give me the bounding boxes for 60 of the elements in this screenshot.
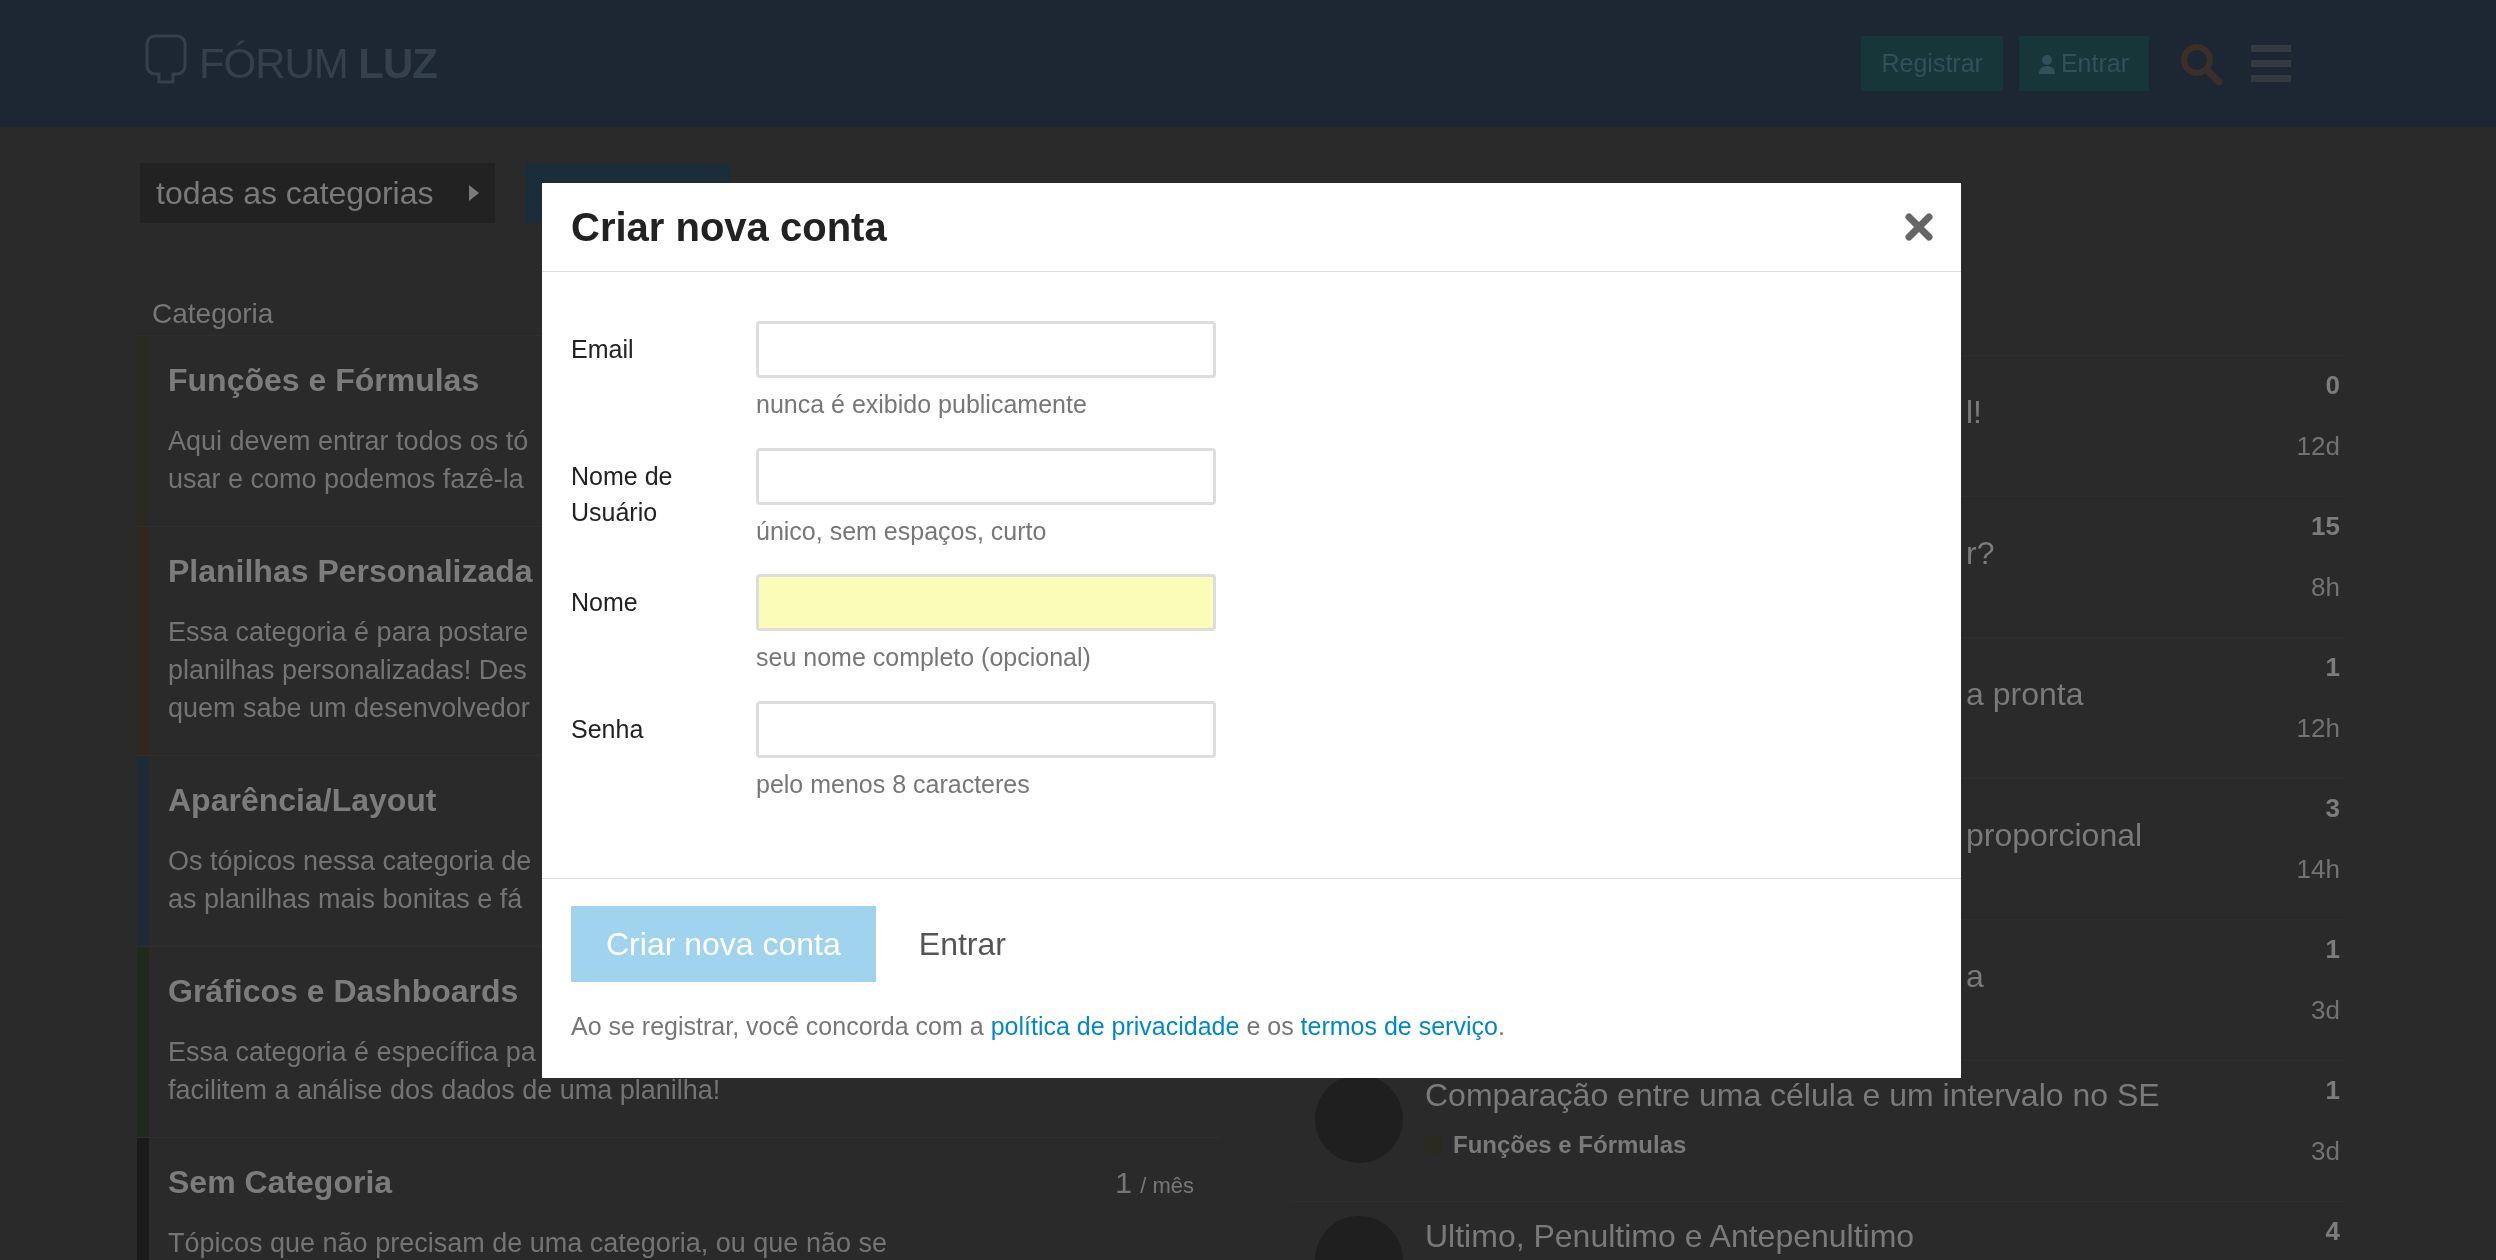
- reply-count: 1: [2325, 651, 2340, 684]
- menu-icon[interactable]: [2251, 42, 2291, 85]
- category-link[interactable]: Planilhas Personalizada: [168, 547, 533, 595]
- category-link[interactable]: Aparência/Layout: [168, 776, 437, 824]
- terms-of-service-link[interactable]: termos de serviço: [1300, 1012, 1498, 1040]
- category-description: facilitem a análise dos dados de uma planilha!: [168, 1074, 721, 1107]
- activity-age: 12h: [2296, 712, 2340, 745]
- activity-age: 12d: [2296, 430, 2340, 463]
- reply-count: 0: [2325, 369, 2340, 402]
- category-description: Essa categoria é para postare: [168, 616, 529, 649]
- topic-title-link[interactable]: l!: [1966, 388, 1982, 436]
- field-label: Nome de Usuário: [571, 460, 674, 528]
- field-hint: seu nome completo (opcional): [756, 642, 1092, 673]
- category-dropdown[interactable]: todas as categorias: [140, 163, 495, 223]
- category-description: planilhas personalizadas! Des: [168, 654, 527, 687]
- field-hint: único, sem espaços, curto: [756, 515, 1048, 547]
- topic-title-link[interactable]: r?: [1966, 529, 1995, 577]
- text-input-field[interactable]: [756, 574, 1216, 631]
- activity-age: 3d: [2311, 994, 2340, 1027]
- category-description: Tópicos que não precisam de uma categoria, ou que não se: [168, 1227, 887, 1260]
- text-input-field[interactable]: [756, 447, 1216, 505]
- category-description: as planilhas mais bonitas e fá: [168, 883, 523, 916]
- activity-count: 1 / mês: [1115, 1165, 1194, 1201]
- activity-age: 3d: [2311, 1135, 2340, 1168]
- caret-icon: [469, 185, 479, 201]
- activity-age: 14h: [2296, 853, 2340, 886]
- dialog-title: Criar nova conta: [571, 204, 887, 251]
- text-input-field[interactable]: [756, 321, 1216, 378]
- category-link[interactable]: Gráficos e Dashboards: [168, 967, 519, 1015]
- reply-count: 1: [2325, 933, 2340, 966]
- field-hint: pelo menos 8 caracteres: [756, 768, 1031, 800]
- category-description: quem sabe um desenvolvedor: [168, 692, 530, 725]
- reply-count: 15: [2311, 510, 2340, 543]
- category-description: Os tópicos nessa categoria de: [168, 845, 532, 878]
- search-icon[interactable]: [2179, 41, 2223, 86]
- column-heading: Categoria: [151, 297, 274, 331]
- close-icon[interactable]: [1905, 213, 1933, 241]
- activity-age: 8h: [2311, 571, 2340, 604]
- category-description: usar e como podemos fazê-la: [168, 463, 524, 496]
- category-tag[interactable]: Funções e Fórmulas: [1425, 1127, 2225, 1163]
- category-link[interactable]: Funções e Fórmulas: [168, 356, 480, 404]
- topic-title-link[interactable]: a pronta: [1966, 670, 2084, 718]
- terms-notice: Ao se registrar, você concorda com a política de privacidade e os termos de serviço.: [571, 1011, 1506, 1042]
- field-label: Email: [571, 334, 635, 365]
- reply-count: 1: [2325, 1074, 2340, 1107]
- privacy-policy-link[interactable]: política de privacidade: [990, 1012, 1240, 1040]
- login-link[interactable]: Entrar: [918, 920, 1006, 968]
- field-label: Senha: [571, 713, 645, 745]
- reply-count: 3: [2325, 792, 2340, 825]
- user-icon: [2038, 53, 2055, 74]
- category-description: Essa categoria é específica pa: [168, 1036, 536, 1069]
- topic-title-link[interactable]: Ultimo, Penultimo e Antepenultimo: [1425, 1212, 1915, 1260]
- category-description: Aqui devem entrar todos os tó: [168, 425, 529, 458]
- text-input-field[interactable]: [756, 700, 1216, 758]
- category-link[interactable]: Sem Categoria: [168, 1158, 393, 1206]
- topic-title-link[interactable]: a: [1966, 952, 1984, 1000]
- reply-count: 4: [2325, 1215, 2340, 1248]
- field-hint: nunca é exibido publicamente: [756, 389, 1088, 420]
- field-label: Nome: [571, 587, 639, 618]
- topic-title-link[interactable]: proporcional: [1966, 811, 2143, 859]
